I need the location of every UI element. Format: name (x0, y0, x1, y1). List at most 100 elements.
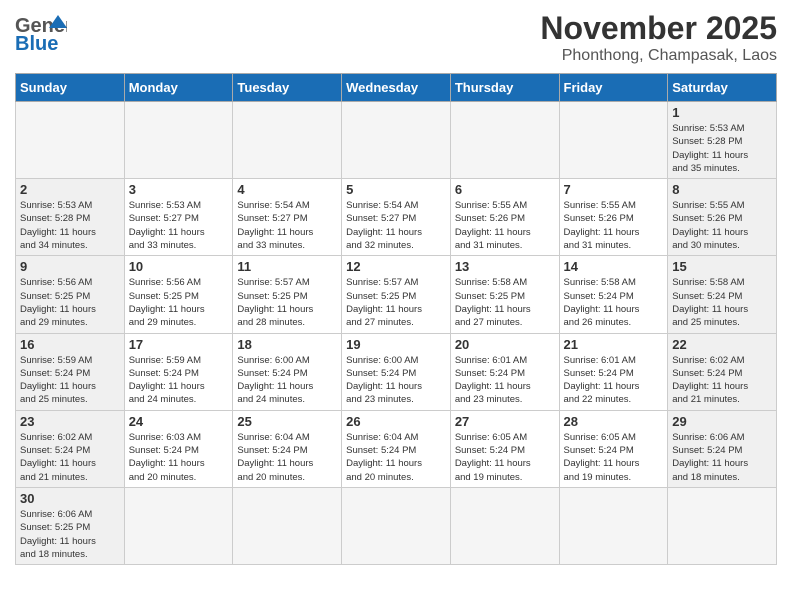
day-info: Sunrise: 5:55 AM Sunset: 5:26 PM Dayligh… (455, 199, 555, 252)
day-info: Sunrise: 5:53 AM Sunset: 5:28 PM Dayligh… (20, 199, 120, 252)
day-info: Sunrise: 5:58 AM Sunset: 5:25 PM Dayligh… (455, 276, 555, 329)
table-row (450, 487, 559, 564)
day-number: 5 (346, 182, 446, 197)
day-info: Sunrise: 6:03 AM Sunset: 5:24 PM Dayligh… (129, 431, 229, 484)
table-row: 22 Sunrise: 6:02 AM Sunset: 5:24 PM Dayli… (668, 333, 777, 410)
day-number: 9 (20, 259, 120, 274)
calendar-row-4: 23Sunrise: 6:02 AM Sunset: 5:24 PM Dayli… (16, 410, 777, 487)
day-number: 19 (346, 337, 446, 352)
table-row: 19 Sunrise: 6:00 AM Sunset: 5:24 PM Dayli… (342, 333, 451, 410)
day-info: Sunrise: 5:57 AM Sunset: 5:25 PM Dayligh… (346, 276, 446, 329)
calendar-row-3: 16Sunrise: 5:59 AM Sunset: 5:24 PM Dayli… (16, 333, 777, 410)
day-number: 23 (20, 414, 120, 429)
table-row: 21 Sunrise: 6:01 AM Sunset: 5:24 PM Dayli… (559, 333, 668, 410)
day-info: Sunrise: 6:06 AM Sunset: 5:24 PM Dayligh… (672, 431, 772, 484)
table-row: 16Sunrise: 5:59 AM Sunset: 5:24 PM Dayli… (16, 333, 125, 410)
day-info: Sunrise: 5:54 AM Sunset: 5:27 PM Dayligh… (237, 199, 337, 252)
day-info: Sunrise: 6:01 AM Sunset: 5:24 PM Dayligh… (455, 354, 555, 407)
day-number: 11 (237, 259, 337, 274)
day-number: 2 (20, 182, 120, 197)
day-info: Sunrise: 6:05 AM Sunset: 5:24 PM Dayligh… (455, 431, 555, 484)
day-number: 3 (129, 182, 229, 197)
day-number: 18 (237, 337, 337, 352)
location: Phonthong, Champasak, Laos (540, 47, 777, 65)
table-row (124, 102, 233, 179)
calendar-row-5: 30 Sunrise: 6:06 AM Sunset: 5:25 PM Dayli… (16, 487, 777, 564)
table-row (342, 487, 451, 564)
table-row: 18 Sunrise: 6:00 AM Sunset: 5:24 PM Dayli… (233, 333, 342, 410)
day-info: Sunrise: 5:59 AM Sunset: 5:24 PM Dayligh… (129, 354, 229, 407)
col-friday: Friday (559, 74, 668, 102)
day-info: Sunrise: 6:00 AM Sunset: 5:24 PM Dayligh… (237, 354, 337, 407)
day-number: 14 (564, 259, 664, 274)
table-row: 20 Sunrise: 6:01 AM Sunset: 5:24 PM Dayli… (450, 333, 559, 410)
day-number: 22 (672, 337, 772, 352)
day-info: Sunrise: 6:01 AM Sunset: 5:24 PM Dayligh… (564, 354, 664, 407)
day-info: Sunrise: 5:59 AM Sunset: 5:24 PM Dayligh… (20, 354, 120, 407)
day-info: Sunrise: 5:58 AM Sunset: 5:24 PM Dayligh… (564, 276, 664, 329)
table-row: 9Sunrise: 5:56 AM Sunset: 5:25 PM Daylig… (16, 256, 125, 333)
day-number: 21 (564, 337, 664, 352)
table-row: 12 Sunrise: 5:57 AM Sunset: 5:25 PM Dayli… (342, 256, 451, 333)
day-number: 8 (672, 182, 772, 197)
day-info: Sunrise: 6:02 AM Sunset: 5:24 PM Dayligh… (672, 354, 772, 407)
table-row: 11 Sunrise: 5:57 AM Sunset: 5:25 PM Dayli… (233, 256, 342, 333)
day-number: 7 (564, 182, 664, 197)
table-row (450, 102, 559, 179)
table-row: 15 Sunrise: 5:58 AM Sunset: 5:24 PM Dayli… (668, 256, 777, 333)
table-row (233, 102, 342, 179)
table-row: 3 Sunrise: 5:53 AM Sunset: 5:27 PM Daylig… (124, 179, 233, 256)
day-info: Sunrise: 5:57 AM Sunset: 5:25 PM Dayligh… (237, 276, 337, 329)
day-info: Sunrise: 5:53 AM Sunset: 5:27 PM Dayligh… (129, 199, 229, 252)
table-row: 26Sunrise: 6:04 AM Sunset: 5:24 PM Dayli… (342, 410, 451, 487)
day-number: 1 (672, 105, 772, 120)
day-number: 15 (672, 259, 772, 274)
table-row (668, 487, 777, 564)
col-wednesday: Wednesday (342, 74, 451, 102)
logo-icon: General Blue (15, 10, 67, 54)
day-number: 29 (672, 414, 772, 429)
table-row: 5 Sunrise: 5:54 AM Sunset: 5:27 PM Daylig… (342, 179, 451, 256)
day-info: Sunrise: 6:05 AM Sunset: 5:24 PM Dayligh… (564, 431, 664, 484)
day-info: Sunrise: 5:54 AM Sunset: 5:27 PM Dayligh… (346, 199, 446, 252)
day-info: Sunrise: 6:00 AM Sunset: 5:24 PM Dayligh… (346, 354, 446, 407)
col-tuesday: Tuesday (233, 74, 342, 102)
day-number: 28 (564, 414, 664, 429)
logo: General Blue (15, 10, 67, 54)
table-row: 30 Sunrise: 6:06 AM Sunset: 5:25 PM Dayli… (16, 487, 125, 564)
table-row: 23Sunrise: 6:02 AM Sunset: 5:24 PM Dayli… (16, 410, 125, 487)
calendar-row-2: 9Sunrise: 5:56 AM Sunset: 5:25 PM Daylig… (16, 256, 777, 333)
table-row: 28 Sunrise: 6:05 AM Sunset: 5:24 PM Dayli… (559, 410, 668, 487)
day-number: 13 (455, 259, 555, 274)
day-number: 24 (129, 414, 229, 429)
table-row: 29 Sunrise: 6:06 AM Sunset: 5:24 PM Dayli… (668, 410, 777, 487)
col-sunday: Sunday (16, 74, 125, 102)
calendar-table: Sunday Monday Tuesday Wednesday Thursday… (15, 73, 777, 565)
day-number: 26 (346, 414, 446, 429)
table-row: 17Sunrise: 5:59 AM Sunset: 5:24 PM Dayli… (124, 333, 233, 410)
table-row: 7 Sunrise: 5:55 AM Sunset: 5:26 PM Daylig… (559, 179, 668, 256)
day-number: 25 (237, 414, 337, 429)
table-row: 13 Sunrise: 5:58 AM Sunset: 5:25 PM Dayli… (450, 256, 559, 333)
table-row: 4 Sunrise: 5:54 AM Sunset: 5:27 PM Daylig… (233, 179, 342, 256)
col-thursday: Thursday (450, 74, 559, 102)
day-info: Sunrise: 6:04 AM Sunset: 5:24 PM Dayligh… (237, 431, 337, 484)
calendar-row-0: 1 Sunrise: 5:53 AM Sunset: 5:28 PM Daylig… (16, 102, 777, 179)
day-number: 20 (455, 337, 555, 352)
day-info: Sunrise: 6:06 AM Sunset: 5:25 PM Dayligh… (20, 508, 120, 561)
table-row: 10Sunrise: 5:56 AM Sunset: 5:25 PM Dayli… (124, 256, 233, 333)
table-row (559, 487, 668, 564)
header: General Blue November 2025 Phonthong, Ch… (15, 10, 777, 65)
day-info: Sunrise: 5:53 AM Sunset: 5:28 PM Dayligh… (672, 122, 772, 175)
day-info: Sunrise: 5:55 AM Sunset: 5:26 PM Dayligh… (564, 199, 664, 252)
page: General Blue November 2025 Phonthong, Ch… (0, 0, 792, 575)
day-number: 6 (455, 182, 555, 197)
month-title: November 2025 (540, 10, 777, 47)
table-row: 14 Sunrise: 5:58 AM Sunset: 5:24 PM Dayli… (559, 256, 668, 333)
table-row: 2 Sunrise: 5:53 AM Sunset: 5:28 PM Daylig… (16, 179, 125, 256)
table-row: 8Sunrise: 5:55 AM Sunset: 5:26 PM Daylig… (668, 179, 777, 256)
day-number: 30 (20, 491, 120, 506)
day-number: 4 (237, 182, 337, 197)
day-number: 12 (346, 259, 446, 274)
day-info: Sunrise: 5:58 AM Sunset: 5:24 PM Dayligh… (672, 276, 772, 329)
